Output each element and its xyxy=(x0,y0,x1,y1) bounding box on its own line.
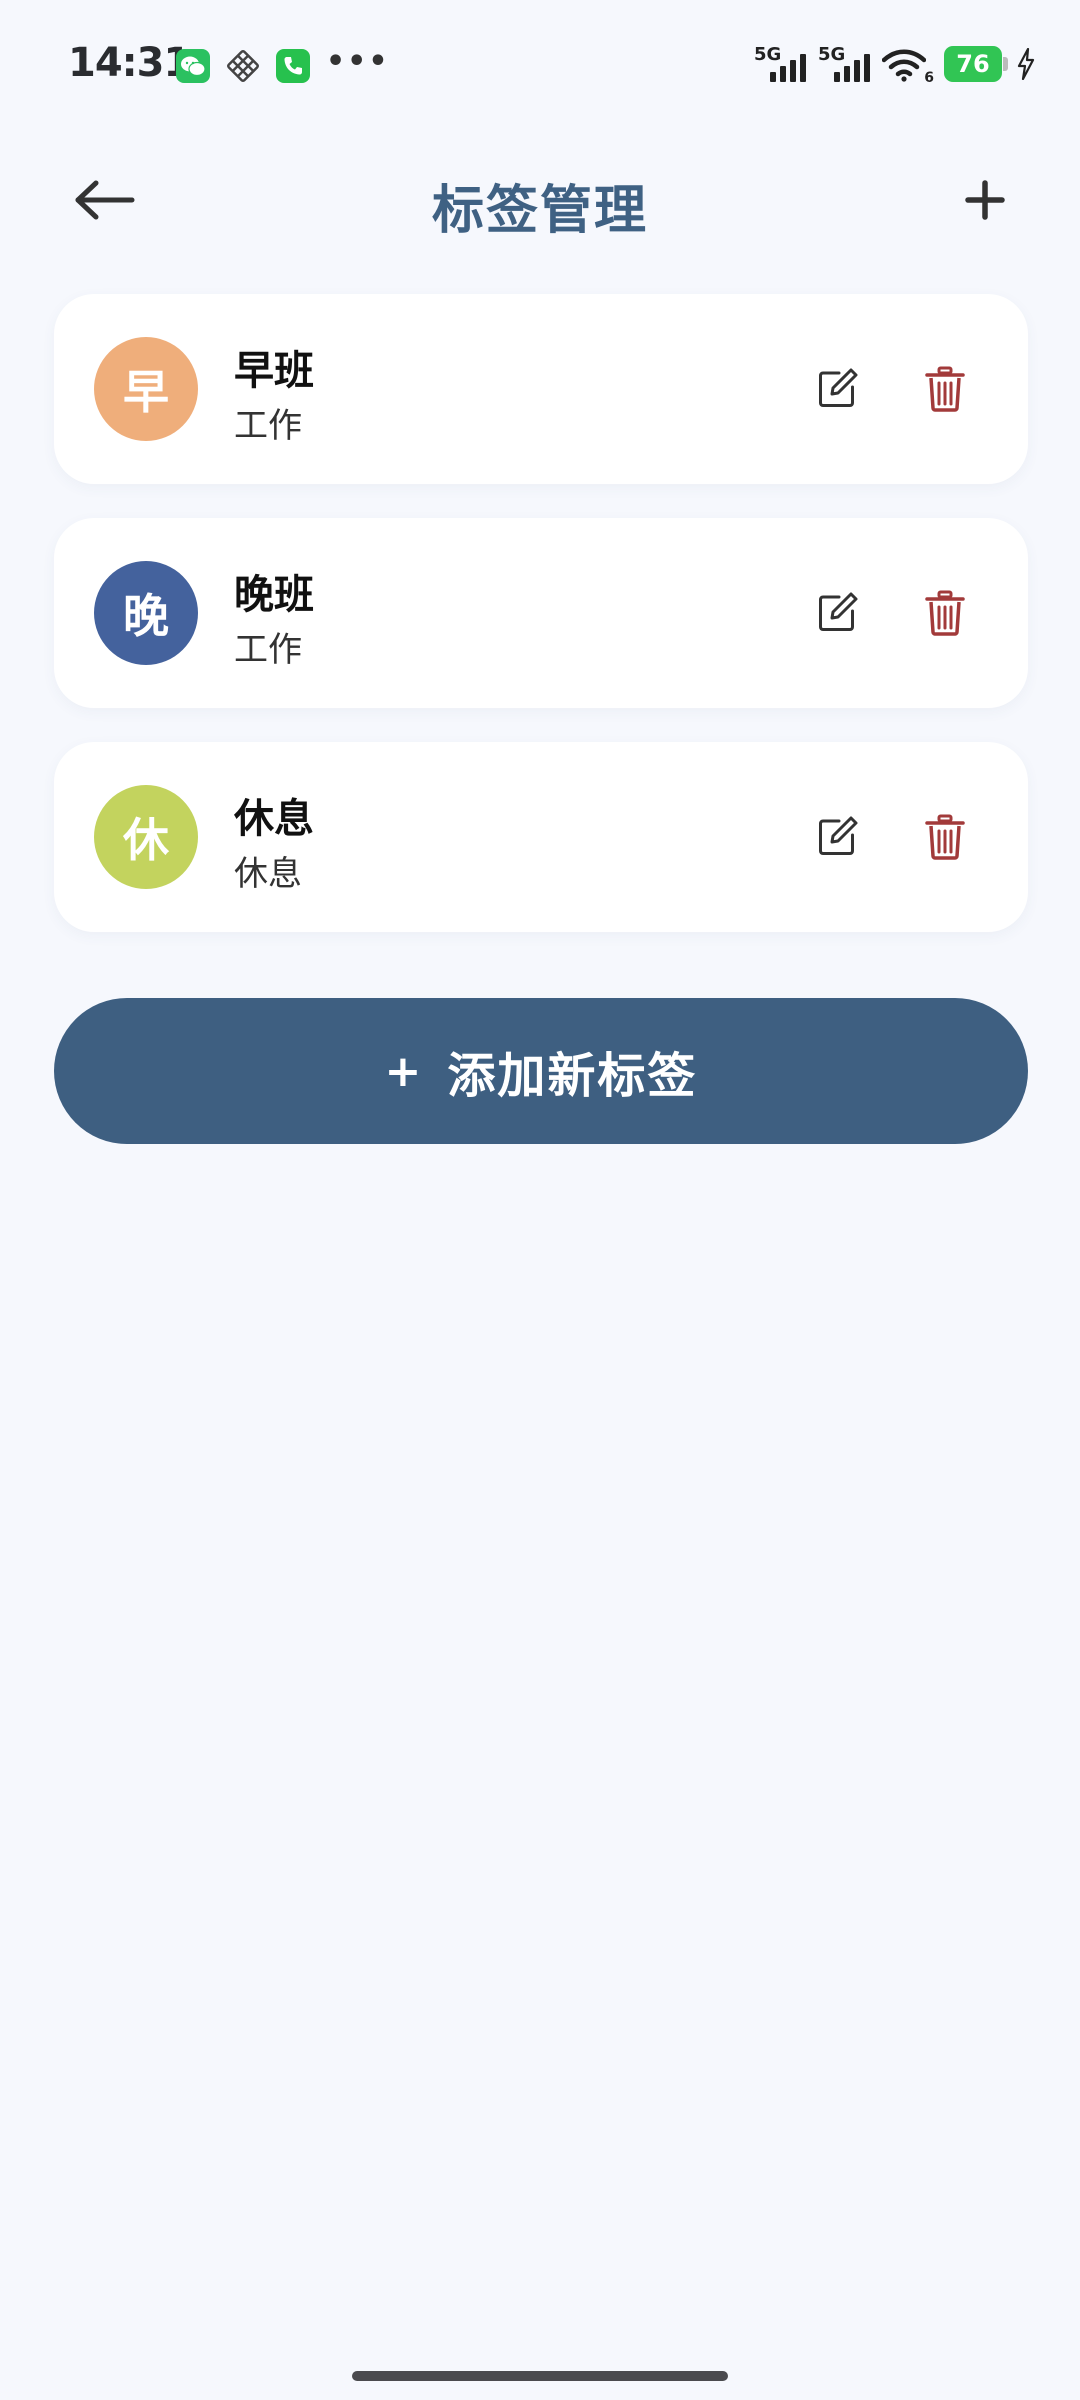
delete-button[interactable] xyxy=(912,804,978,870)
status-bar: 14:31 ••• 5G 5G 6 76 xyxy=(0,0,1080,130)
trash-icon xyxy=(925,366,965,412)
edit-button[interactable] xyxy=(804,356,870,422)
edit-icon xyxy=(819,816,858,855)
add-new-tag-label: 添加新标签 xyxy=(447,1048,698,1104)
tag-name: 休息 xyxy=(234,796,314,842)
tag-initial: 休 xyxy=(123,813,169,867)
tag-card[interactable]: 休 休息 休息 xyxy=(54,742,1028,932)
tag-list: 早 早班 工作 晚 晚班 工作 休 休息 休息 xyxy=(54,294,1028,966)
tag-name: 晚班 xyxy=(234,572,314,618)
tag-card[interactable]: 早 早班 工作 xyxy=(54,294,1028,484)
status-time: 14:31 xyxy=(68,40,191,86)
header: 标签管理 xyxy=(0,150,1080,250)
wifi-label: 6 xyxy=(924,70,934,86)
tag-avatar: 晚 xyxy=(94,561,198,665)
edit-icon xyxy=(819,368,858,407)
add-tag-header-button[interactable] xyxy=(950,170,1020,230)
tag-initial: 晚 xyxy=(123,589,169,643)
add-new-tag-button[interactable]: + 添加新标签 xyxy=(54,998,1028,1144)
signal-icon: 5G xyxy=(754,44,810,84)
edit-button[interactable] xyxy=(804,804,870,870)
page-title: 标签管理 xyxy=(431,181,648,241)
tag-category: 工作 xyxy=(234,630,302,670)
plus-icon: + xyxy=(384,1045,424,1097)
tag-avatar: 休 xyxy=(94,785,198,889)
signal-icon: 5G xyxy=(818,44,874,84)
phone-icon xyxy=(276,49,310,83)
delete-button[interactable] xyxy=(912,580,978,646)
tag-initial: 早 xyxy=(123,365,169,419)
tag-name: 早班 xyxy=(234,348,314,394)
wechat-icon xyxy=(176,49,210,83)
home-indicator[interactable] xyxy=(352,2371,728,2381)
tag-card[interactable]: 晚 晚班 工作 xyxy=(54,518,1028,708)
plus-icon xyxy=(965,180,1005,220)
grid-app-icon xyxy=(227,50,259,82)
edit-icon xyxy=(819,592,858,631)
trash-icon xyxy=(925,814,965,860)
edit-button[interactable] xyxy=(804,580,870,646)
battery-level: 76 xyxy=(956,50,990,78)
tag-category: 休息 xyxy=(234,854,302,894)
wifi-icon: 6 xyxy=(882,44,934,86)
more-dots-icon: ••• xyxy=(326,43,390,79)
charging-icon xyxy=(1017,48,1035,80)
trash-icon xyxy=(925,590,965,636)
delete-button[interactable] xyxy=(912,356,978,422)
tag-management-screen: 14:31 ••• 5G 5G 6 76 标签管理 早 早班 工作 晚 晚班 工… xyxy=(0,0,1080,2400)
notification-icons: ••• xyxy=(176,43,390,86)
tag-category: 工作 xyxy=(234,406,302,446)
battery-icon: 76 xyxy=(944,46,1008,82)
system-status-icons: 5G 5G 6 76 xyxy=(754,42,1036,86)
tag-avatar: 早 xyxy=(94,337,198,441)
